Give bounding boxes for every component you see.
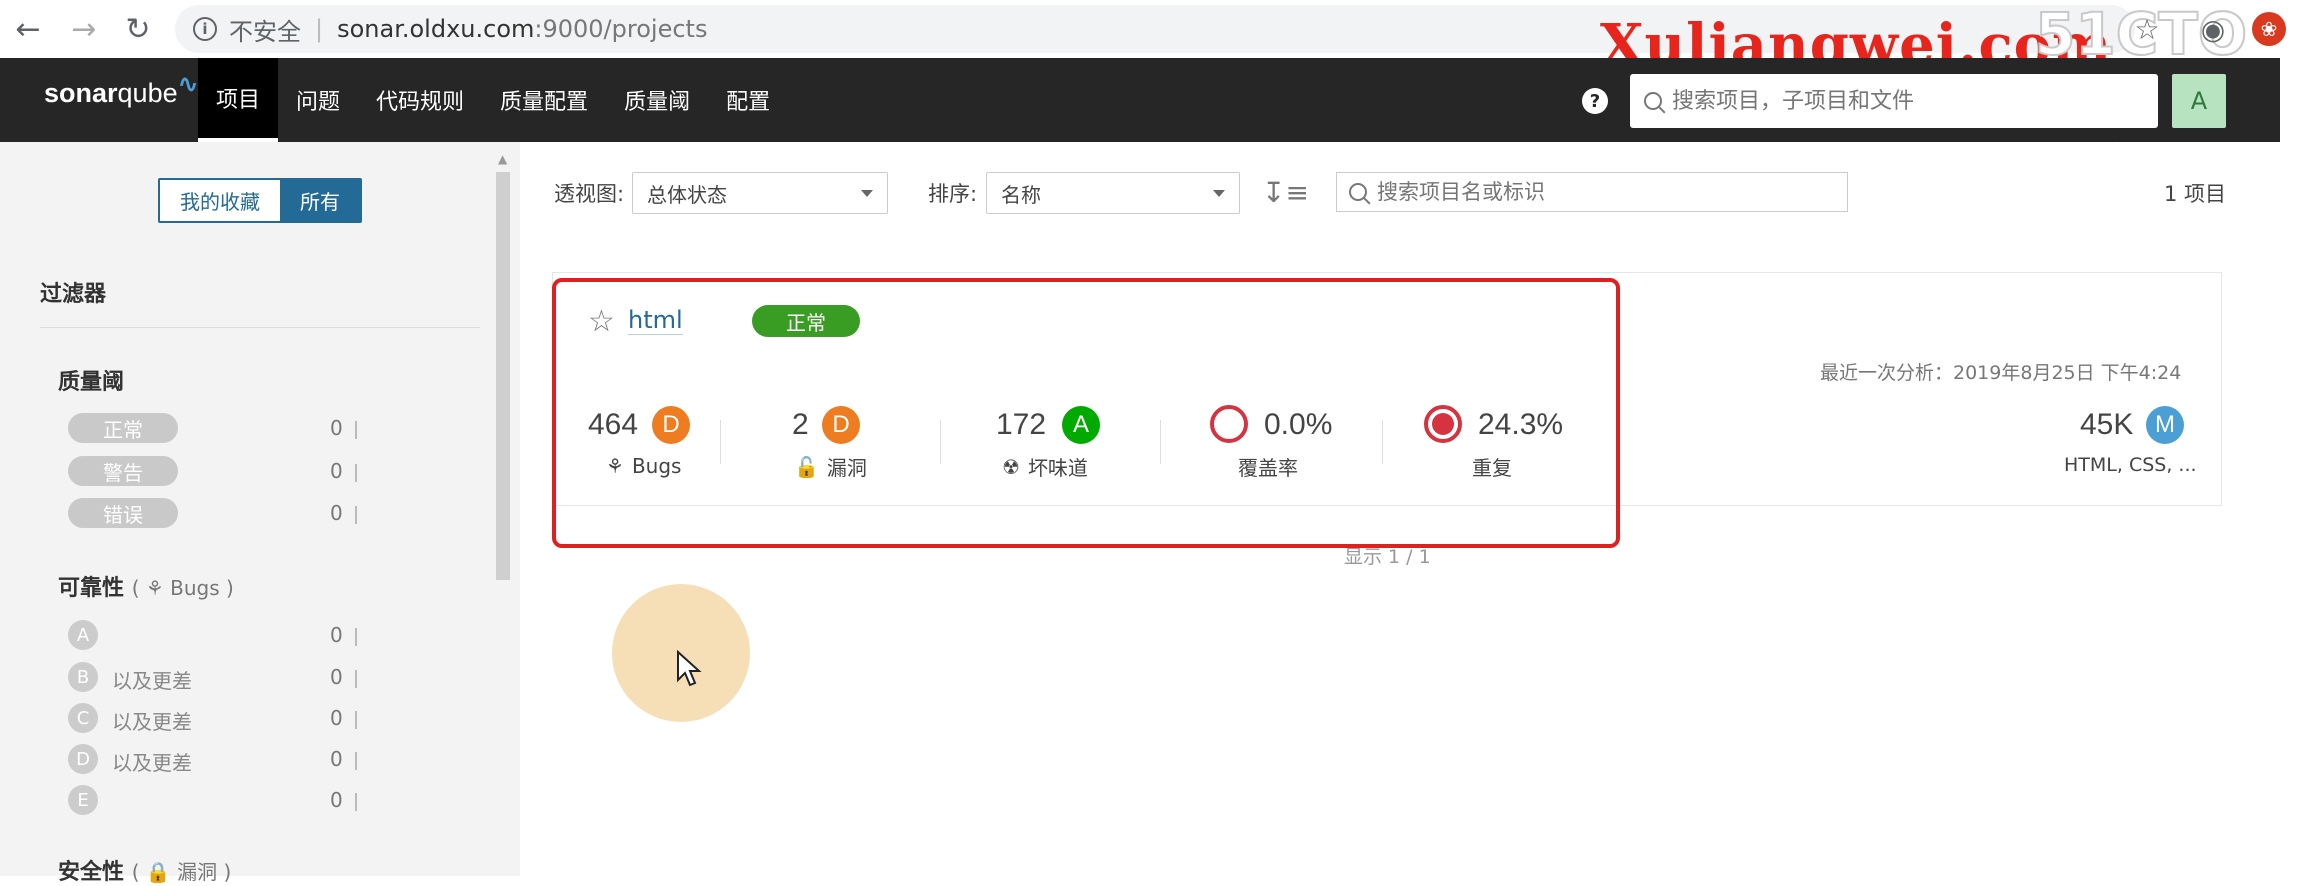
nav-item-issues[interactable]: 问题 <box>278 58 358 142</box>
separator: | <box>315 15 324 43</box>
search-icon <box>1644 92 1662 110</box>
sort-select[interactable]: 名称 <box>986 172 1240 214</box>
arrow-left-icon[interactable]: ← <box>6 7 50 51</box>
filter-gate-passed[interactable]: 正常 <box>68 413 178 443</box>
project-count: 1 项目 <box>2164 182 2227 206</box>
facet-reliability-label: 可靠性 <box>58 576 125 601</box>
global-search-input[interactable] <box>1672 88 2132 114</box>
facet-reliability-subtitle: Bugs <box>170 576 220 600</box>
size-value[interactable]: 45K <box>2080 408 2133 442</box>
rating-label[interactable]: 以及更差 <box>112 665 192 694</box>
perspective-label: 透视图: <box>554 182 625 206</box>
extension-icon[interactable]: ❀ <box>2252 12 2286 46</box>
profile-icon[interactable]: ◉ <box>2196 12 2230 46</box>
reload-icon[interactable]: ↻ <box>116 7 160 51</box>
filter-count: 0 <box>330 706 357 730</box>
global-search[interactable] <box>1630 74 2158 128</box>
chevron-down-icon <box>1213 190 1225 197</box>
nav-item-quality-gates[interactable]: 质量阈 <box>606 58 708 142</box>
sort-direction-icon[interactable]: ↧≡ <box>1262 176 1309 209</box>
bookmark-star-icon[interactable]: ☆ <box>2130 12 2164 46</box>
filter-count: 0 <box>330 459 357 483</box>
filter-count: 0 <box>330 501 357 525</box>
facet-security-title[interactable]: 安全性 ( 🔒 漏洞 ) <box>58 854 231 886</box>
top-navigation: sonarqube ∿ 项目 问题 代码规则 质量配置 质量阈 配置 ? A <box>0 58 2280 142</box>
search-icon <box>1349 183 1367 201</box>
url-path: :9000/projects <box>534 15 708 43</box>
filter-count: 0 <box>330 788 357 812</box>
scroll-up-icon[interactable]: ▲ <box>498 152 507 166</box>
facet-security-subtitle: 漏洞 <box>177 860 218 884</box>
annotation-highlight-box <box>552 278 1620 548</box>
rating-a[interactable]: A <box>68 620 98 650</box>
toggle-favorites[interactable]: 我的收藏 <box>160 180 280 221</box>
sidebar-scrollbar[interactable] <box>496 172 510 580</box>
browser-toolbar: ← → ↻ i 不安全 | sonar.oldxu.com:9000/proje… <box>0 0 2298 150</box>
filter-count: 0 <box>330 623 357 647</box>
paging-info: 显示 1 / 1 <box>1344 546 1431 568</box>
filters-title: 过滤器 <box>40 282 107 307</box>
logo-sonar-text: sonar <box>44 78 118 108</box>
facet-reliability-sub: ( ⚘ Bugs ) <box>131 576 234 600</box>
logo-waves-icon: ∿ <box>178 71 199 98</box>
rating-d[interactable]: D <box>68 744 98 774</box>
chevron-down-icon <box>861 190 873 197</box>
divider <box>40 327 480 328</box>
info-icon[interactable]: i <box>193 17 217 41</box>
rating-e[interactable]: E <box>68 785 98 815</box>
languages: HTML, CSS, ... <box>2064 454 2197 476</box>
favorites-toggle: 我的收藏 所有 <box>158 178 362 223</box>
nav-item-administration[interactable]: 配置 <box>708 58 788 142</box>
logo-qube-text: qube <box>117 78 178 108</box>
perspective-select[interactable]: 总体状态 <box>632 172 888 214</box>
nav-item-rules[interactable]: 代码规则 <box>358 58 482 142</box>
mouse-cursor-icon <box>677 650 702 687</box>
filter-gate-error[interactable]: 错误 <box>68 498 178 528</box>
lock-icon: 🔒 <box>145 860 171 884</box>
project-search[interactable] <box>1336 172 1848 212</box>
last-analysis-date: 最近一次分析：2019年8月25日 下午4:24 <box>1820 362 2182 384</box>
facet-security-sub: ( 🔒 漏洞 ) <box>131 860 232 884</box>
toggle-all[interactable]: 所有 <box>280 180 360 221</box>
rating-b[interactable]: B <box>68 662 98 692</box>
filter-gate-warning[interactable]: 警告 <box>68 456 178 486</box>
nav-item-quality-profiles[interactable]: 质量配置 <box>482 58 606 142</box>
sort-label: 排序: <box>928 182 978 206</box>
rating-label[interactable]: 以及更差 <box>112 747 192 776</box>
main-menu: 项目 问题 代码规则 质量配置 质量阈 配置 <box>198 58 788 142</box>
nav-item-projects[interactable]: 项目 <box>198 58 279 142</box>
perspective-value: 总体状态 <box>647 182 727 207</box>
rating-label[interactable]: 以及更差 <box>112 706 192 735</box>
bug-icon: ⚘ <box>145 576 164 600</box>
facet-reliability-title[interactable]: 可靠性 ( ⚘ Bugs ) <box>58 570 234 602</box>
filter-count: 0 <box>330 665 357 689</box>
url-host: sonar.oldxu.com <box>337 15 535 43</box>
facet-security-label: 安全性 <box>58 860 125 885</box>
rating-c[interactable]: C <box>68 703 98 733</box>
help-icon[interactable]: ? <box>1582 88 1608 114</box>
project-search-input[interactable] <box>1377 180 1837 204</box>
facet-quality-gate-title[interactable]: 质量阈 <box>58 364 124 396</box>
size-rating: M <box>2146 406 2184 444</box>
arrow-right-icon[interactable]: → <box>62 7 106 51</box>
sonarqube-logo[interactable]: sonarqube ∿ <box>44 71 198 109</box>
filter-count: 0 <box>330 747 357 771</box>
sort-value: 名称 <box>1001 182 1041 207</box>
security-label: 不安全 <box>229 17 301 46</box>
avatar[interactable]: A <box>2172 74 2226 128</box>
filter-count: 0 <box>330 416 357 440</box>
